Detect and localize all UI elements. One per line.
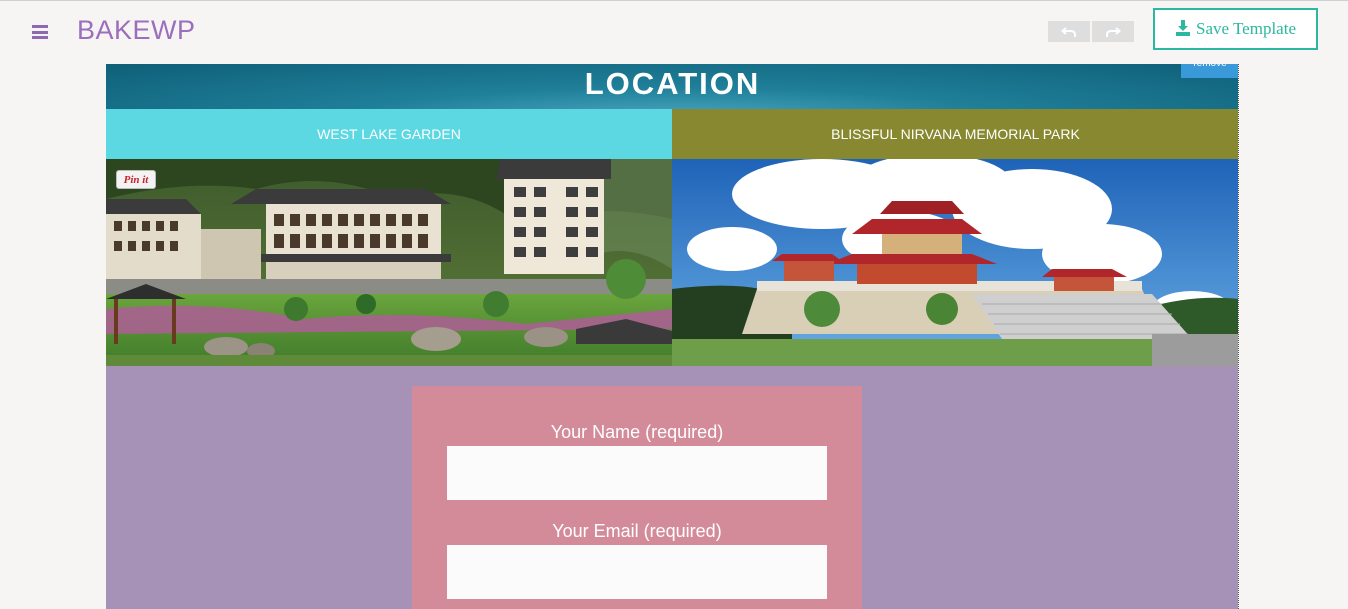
download-icon xyxy=(1176,19,1190,36)
email-input[interactable] xyxy=(447,545,827,599)
undo-icon xyxy=(1061,26,1076,37)
contact-form-section: Your Name (required) Your Email (require… xyxy=(106,366,1238,609)
remove-button[interactable]: remove xyxy=(1181,64,1238,78)
top-bar: BAKEWP Save Template xyxy=(0,1,1348,64)
brand-logo[interactable]: BAKEWP xyxy=(77,15,196,46)
nirvana-memorial-park-photo xyxy=(672,159,1238,366)
redo-icon xyxy=(1106,26,1121,37)
name-label: Your Name (required) xyxy=(550,422,724,442)
temple-sky-image xyxy=(672,159,1238,366)
hamburger-icon[interactable] xyxy=(32,25,48,39)
column-title: WEST LAKE GARDEN xyxy=(106,109,672,159)
undo-button[interactable] xyxy=(1048,21,1090,42)
location-column-west-lake: WEST LAKE GARDEN Pin it xyxy=(106,109,672,366)
west-lake-garden-photo: Pin it xyxy=(106,159,672,366)
save-template-button[interactable]: Save Template xyxy=(1153,8,1318,50)
pagoda-garden-image xyxy=(106,159,672,366)
location-column-nirvana: BLISSFUL NIRVANA MEMORIAL PARK xyxy=(672,109,1238,366)
column-title: BLISSFUL NIRVANA MEMORIAL PARK xyxy=(672,109,1238,159)
save-template-label: Save Template xyxy=(1196,19,1296,38)
pin-it-button[interactable]: Pin it xyxy=(116,170,156,189)
template-canvas: LOCATION remove WEST LAKE GARDEN xyxy=(106,64,1239,609)
location-header[interactable]: LOCATION remove xyxy=(106,64,1238,109)
name-input[interactable] xyxy=(447,446,827,500)
email-label: Your Email (required) xyxy=(552,521,722,541)
contact-form: Your Name (required) Your Email (require… xyxy=(412,386,862,609)
location-title: LOCATION xyxy=(584,66,761,101)
redo-button[interactable] xyxy=(1092,21,1134,42)
